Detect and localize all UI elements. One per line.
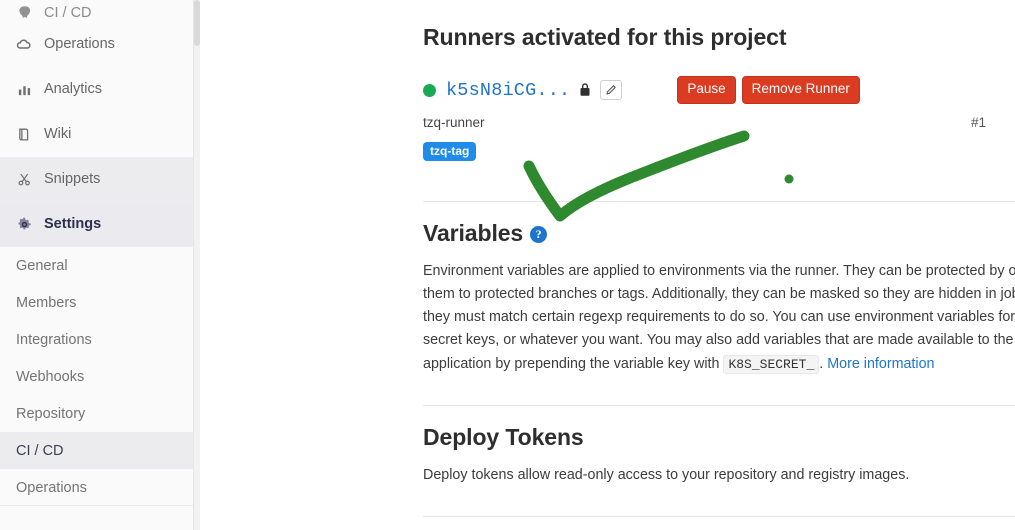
runner-actions: Pause Remove Runner (677, 76, 860, 104)
runner-name: tzq-runner (423, 115, 485, 130)
sidebar-item-label: CI / CD (44, 4, 92, 21)
remove-runner-button[interactable]: Remove Runner (741, 76, 860, 104)
sidebar-subitem-integrations[interactable]: Integrations (0, 321, 193, 358)
sidebar-subitem-ci-cd[interactable]: CI / CD (0, 432, 193, 469)
sidebar-item-label: Wiki (44, 126, 72, 143)
sidebar-item-operations[interactable]: Operations (0, 22, 193, 67)
pause-button[interactable]: Pause (677, 76, 736, 104)
book-icon (16, 127, 32, 143)
divider-after-runners (423, 201, 1015, 202)
variables-heading: Variables? (423, 220, 1015, 247)
variables-description: Environment variables are applied to env… (423, 260, 1015, 376)
variables-heading-text: Variables (423, 220, 524, 246)
deploy-tokens-heading: Deploy Tokens (423, 423, 584, 450)
more-information-link[interactable]: More information (827, 356, 934, 372)
runner-tag-row: tzq-tag (423, 142, 1015, 161)
runner-token-link[interactable]: k5sN8iCG... (446, 80, 570, 101)
gitlab-settings-page: CI / CD Operations Analytics Wiki Snippe… (0, 0, 1015, 530)
sidebar-item-label: Settings (44, 216, 102, 233)
sidebar-divider (0, 505, 193, 506)
sidebar-item-snippets[interactable]: Snippets (0, 157, 193, 202)
cloud-icon (16, 37, 32, 53)
sidebar-item-label: Analytics (44, 81, 103, 98)
deploy-tokens-description: Deploy tokens allow read-only access to … (423, 466, 910, 483)
runner-status-online-icon (423, 83, 436, 97)
sidebar-subitem-label: CI / CD (16, 442, 64, 459)
runner-meta: tzq-runner #1 (423, 115, 986, 130)
sidebar-item-settings[interactable]: Settings (0, 202, 193, 247)
divider-after-deploy-tokens (423, 515, 1015, 517)
sidebar-item-analytics[interactable]: Analytics (0, 67, 193, 112)
sidebar-subitem-label: Repository (16, 405, 86, 422)
sidebar-item-label: Operations (44, 36, 115, 53)
main-content: Runners activated for this project k5sN8… (200, 0, 1015, 530)
sidebar-subitem-repository[interactable]: Repository (0, 395, 193, 432)
sidebar-item-wiki[interactable]: Wiki (0, 112, 193, 157)
lock-icon (578, 82, 592, 98)
runner-row: k5sN8iCG... Pause Remove Runner (423, 76, 1015, 104)
sidebar-item-label: Snippets (44, 171, 101, 188)
runner-index: #1 (970, 115, 986, 130)
project-sidebar: CI / CD Operations Analytics Wiki Snippe… (0, 0, 194, 530)
page-title: Runners activated for this project (423, 24, 787, 50)
sidebar-subitem-members[interactable]: Members (0, 284, 193, 321)
help-icon[interactable]: ? (530, 226, 548, 243)
sidebar-subitem-label: Webhooks (16, 368, 85, 385)
sidebar-subitem-label: Members (16, 294, 77, 311)
k8s-secret-code: K8S_SECRET_ (723, 354, 820, 374)
chart-icon (16, 82, 32, 98)
sidebar-subitem-label: Operations (16, 479, 87, 496)
rocket-icon (16, 4, 32, 20)
runner-tag-badge[interactable]: tzq-tag (423, 142, 477, 161)
edit-runner-button[interactable] (600, 80, 623, 100)
divider-after-variables (423, 404, 1015, 406)
sidebar-subitem-operations[interactable]: Operations (0, 469, 193, 506)
sidebar-item-ci-cd-top[interactable]: CI / CD (0, 0, 193, 22)
sidebar-subitem-label: Integrations (16, 331, 92, 348)
gear-icon (16, 217, 32, 233)
scissors-icon (16, 172, 32, 188)
sidebar-subitem-label: General (16, 257, 68, 274)
sidebar-subitem-general[interactable]: General (0, 247, 193, 284)
sidebar-subitem-webhooks[interactable]: Webhooks (0, 358, 193, 395)
